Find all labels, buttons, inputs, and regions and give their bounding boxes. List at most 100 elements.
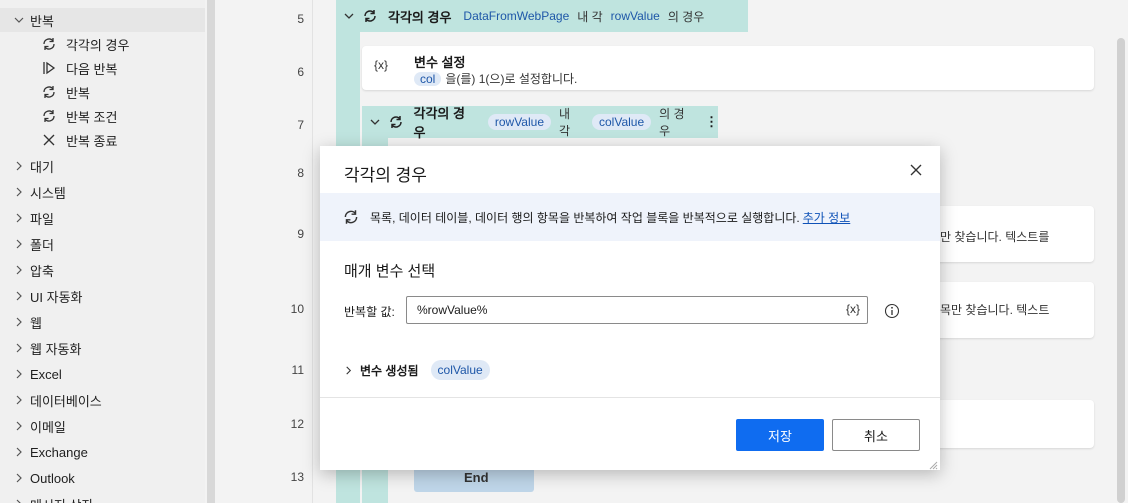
- variable-token: DataFromWebPage: [463, 9, 570, 23]
- insert-variable-button[interactable]: {x}: [846, 302, 860, 316]
- exit-loop-icon: [40, 131, 58, 149]
- field-label: 반복할 값:: [344, 305, 395, 319]
- loop-icon: [342, 207, 362, 227]
- sidebar-group[interactable]: 압축: [0, 258, 205, 282]
- action-description-fragment: 목만 찾습니다. 텍스트: [940, 303, 1050, 317]
- for-each-dialog: 각각의 경우 목록, 데이터 테이블, 데이터 행의 항목을 반복하여 작업 블…: [320, 146, 940, 470]
- set-variable-action[interactable]: {x} 변수 설정 col 을(를) 1(으)로 설정합니다.: [362, 46, 1094, 90]
- line-number: 5: [297, 12, 304, 26]
- chevron-right-icon[interactable]: [344, 366, 356, 375]
- sidebar-group[interactable]: Outlook: [0, 466, 205, 490]
- action-description: col 을(를) 1(으)로 설정합니다.: [414, 70, 577, 87]
- line-number: 12: [290, 417, 304, 431]
- variable-icon: {x}: [374, 58, 389, 72]
- chevron-right-icon: [12, 393, 26, 407]
- chevron-right-icon: [12, 315, 26, 329]
- chevron-right-icon: [12, 289, 26, 303]
- action-text: 내 각: [577, 9, 603, 24]
- loop-icon: [362, 7, 380, 25]
- action-text: 내 각: [559, 107, 571, 138]
- sidebar-group[interactable]: Exchange: [0, 440, 205, 464]
- sidebar-group-label: 시스템: [30, 185, 66, 201]
- more-options-icon[interactable]: ⋮: [705, 114, 718, 130]
- loop-condition-icon: [40, 107, 58, 125]
- dialog-divider: [320, 397, 940, 398]
- produced-variables-label: 변수 생성됨: [360, 363, 419, 378]
- chevron-down-icon[interactable]: [370, 117, 382, 127]
- save-button[interactable]: 저장: [736, 419, 824, 451]
- chevron-right-icon: [12, 211, 26, 225]
- sidebar-group-label: 데이터베이스: [30, 393, 102, 409]
- value-to-iterate-input[interactable]: [406, 296, 868, 324]
- sidebar-item-label: 반복 종료: [66, 133, 118, 149]
- sidebar-group[interactable]: 대기: [0, 154, 205, 178]
- sidebar-group[interactable]: 파일: [0, 206, 205, 230]
- loop-icon: [388, 113, 406, 131]
- line-number: 10: [290, 302, 304, 316]
- chevron-right-icon: [12, 159, 26, 173]
- sidebar-group[interactable]: 이메일: [0, 414, 205, 438]
- for-each-action-outer[interactable]: 각각의 경우 DataFromWebPage 내 각 rowValue 의 경우: [336, 0, 748, 32]
- variable-token: rowValue: [610, 9, 660, 23]
- sidebar-group[interactable]: 데이터베이스: [0, 388, 205, 412]
- sidebar-item-label: 다음 반복: [66, 61, 118, 77]
- sidebar-group[interactable]: 메시지 상자: [0, 492, 205, 503]
- variable-token: rowValue: [487, 114, 551, 130]
- close-icon[interactable]: [908, 162, 924, 178]
- info-icon[interactable]: [884, 303, 900, 319]
- sidebar-group-loop[interactable]: 반복: [0, 8, 205, 32]
- sidebar-item-loop-condition[interactable]: 반복 조건: [40, 104, 117, 128]
- chevron-right-icon: [12, 263, 26, 277]
- sidebar-group-label: UI 자동화: [30, 289, 83, 305]
- chevron-right-icon: [12, 185, 26, 199]
- chevron-down-icon[interactable]: [344, 11, 356, 21]
- actions-sidebar: 반복 각각의 경우 다음 반복 반복 반복 조건 반복 종료 대기시스템파일폴더…: [0, 0, 205, 503]
- sidebar-group-label: 이메일: [30, 419, 66, 435]
- resize-grip-icon[interactable]: [928, 458, 938, 470]
- parameters-section-title: 매개 변수 선택: [344, 263, 436, 280]
- sidebar-item-label: 반복 조건: [66, 109, 118, 125]
- sidebar-group-label: 압축: [30, 263, 54, 279]
- produced-variables[interactable]: 변수 생성됨 colValue: [344, 360, 490, 380]
- sidebar-group-label: Outlook: [30, 470, 75, 486]
- sidebar-item-label: 각각의 경우: [66, 37, 130, 53]
- loop-icon: [40, 83, 58, 101]
- sidebar-scrollbar[interactable]: [207, 0, 215, 503]
- canvas-scrollbar[interactable]: [1117, 38, 1125, 503]
- cancel-button[interactable]: 취소: [832, 419, 920, 451]
- sidebar-item-label: 반복: [66, 85, 90, 101]
- loop-each-icon: [40, 35, 58, 53]
- action-title: 변수 설정: [414, 55, 466, 70]
- sidebar-group[interactable]: 시스템: [0, 180, 205, 204]
- sidebar-group[interactable]: UI 자동화: [0, 284, 205, 308]
- sidebar-group[interactable]: Excel: [0, 362, 205, 386]
- chevron-right-icon: [12, 341, 26, 355]
- chevron-right-icon: [12, 471, 26, 485]
- sidebar-item-exit-loop[interactable]: 반복 종료: [40, 128, 117, 152]
- line-number: 7: [297, 118, 304, 132]
- chevron-right-icon: [12, 445, 26, 459]
- line-number: 13: [290, 470, 304, 484]
- action-text: 의 경우: [667, 9, 705, 24]
- sidebar-item-loop[interactable]: 반복: [40, 80, 90, 104]
- sidebar-item-next-loop[interactable]: 다음 반복: [40, 56, 117, 80]
- sidebar-group[interactable]: 폴더: [0, 232, 205, 256]
- sidebar-group[interactable]: 웹: [0, 310, 205, 334]
- sidebar-group-label: 파일: [30, 211, 54, 227]
- for-each-action-inner[interactable]: 각각의 경우 rowValue 내 각 colValue 의 경우 ⋮: [362, 106, 718, 140]
- line-number: 9: [297, 227, 304, 241]
- line-number: 8: [297, 166, 304, 180]
- action-description-fragment: 만 찾습니다. 텍스트를: [940, 230, 1050, 244]
- more-info-link[interactable]: 추가 정보: [803, 209, 851, 226]
- sidebar-group-label: 메시지 상자: [30, 495, 93, 503]
- action-title: 각각의 경우: [413, 106, 465, 140]
- variable-token: colValue: [592, 114, 652, 130]
- chevron-right-icon: [12, 497, 26, 503]
- dialog-info-text: 목록, 데이터 테이블, 데이터 행의 항목을 반복하여 작업 블록을 반복적으…: [370, 210, 800, 225]
- action-title: 각각의 경우: [388, 9, 452, 25]
- sidebar-group[interactable]: 웹 자동화: [0, 336, 205, 360]
- sidebar-group-label: 웹 자동화: [30, 341, 82, 357]
- sidebar-item-for-each[interactable]: 각각의 경우: [40, 32, 129, 56]
- chevron-down-icon: [12, 13, 26, 27]
- variable-token[interactable]: colValue: [430, 360, 490, 380]
